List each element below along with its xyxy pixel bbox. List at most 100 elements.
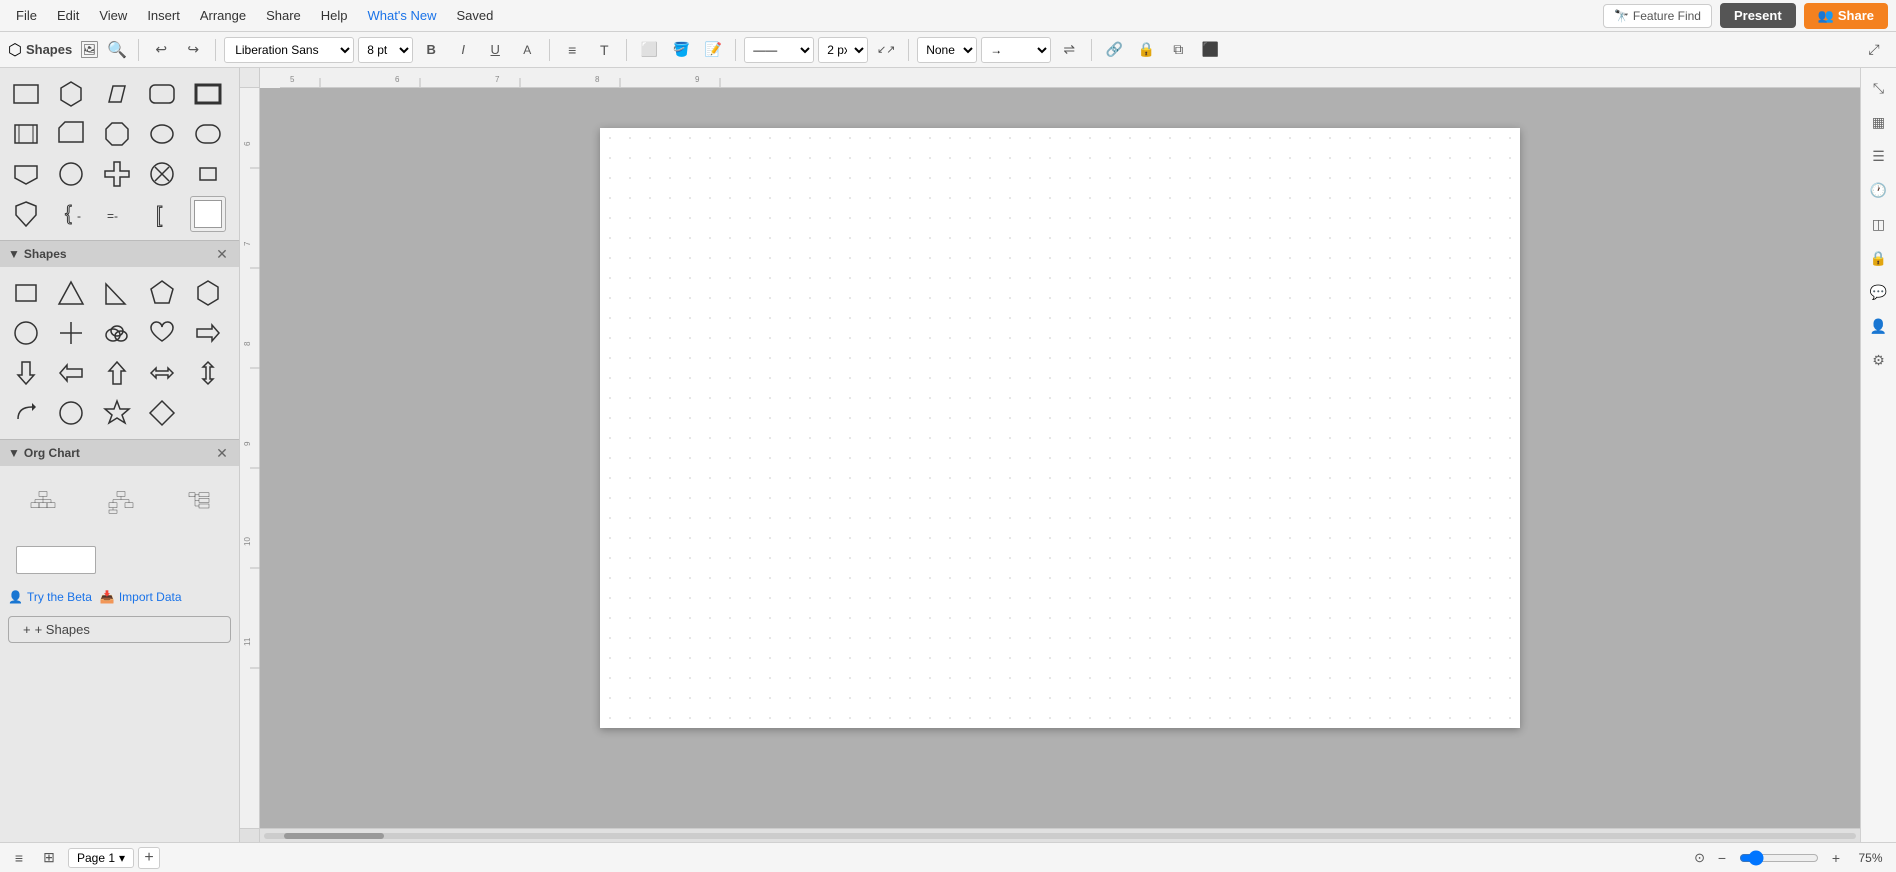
shape-thick-border[interactable] [190,76,226,112]
shapes-section-header[interactable]: ▼ Shapes ✕ [0,240,239,267]
settings-right-icon[interactable]: ⚙ [1863,344,1895,376]
add-page-button[interactable]: + [138,847,160,869]
font-selector[interactable]: Liberation Sans [224,37,354,63]
add-shapes-button[interactable]: + + Shapes [8,616,231,643]
rectangle-outline-button[interactable]: ⬜ [635,36,663,64]
shape-film[interactable] [8,116,44,152]
redo-button[interactable]: ↪ [179,36,207,64]
org-chart-3[interactable] [164,474,234,530]
zoom-slider[interactable] [1739,850,1819,866]
shape-s-double-arrow-v[interactable] [190,355,226,391]
waypoint-style-button[interactable]: ⇌ [1055,36,1083,64]
line-style-selector[interactable]: —— [744,37,814,63]
org-chart-section-close[interactable]: ✕ [213,444,231,462]
shape-s-double-arrow-h[interactable] [144,355,180,391]
font-size-selector[interactable]: 8 pt [358,37,413,63]
arrow-selector[interactable]: → [981,37,1051,63]
shape-brace-right[interactable]: =- [99,196,135,232]
shape-s-circle[interactable] [8,315,44,351]
shape-color-swatch[interactable] [190,196,226,232]
shape-rounded-rect2[interactable] [190,116,226,152]
page-grid-button[interactable]: ⊞ [38,847,60,869]
org-chart-1[interactable] [8,474,78,530]
shape-s-diamond[interactable] [144,395,180,431]
present-button[interactable]: Present [1720,3,1796,28]
org-chart-section-header[interactable]: ▼ Org Chart ✕ [0,439,239,466]
shape-s-arrow-down[interactable] [8,355,44,391]
shape-parallelogram[interactable] [99,76,135,112]
org-chart-2[interactable] [86,474,156,530]
shape-chevron-down[interactable] [8,156,44,192]
menu-whats-new[interactable]: What's New [360,6,445,25]
try-beta-button[interactable]: 👤 Try the Beta [8,590,92,604]
shape-snip-rect[interactable] [53,116,89,152]
shape-s-arrow-left[interactable] [53,355,89,391]
page-list-button[interactable]: ≡ [8,847,30,869]
shape-x-circle[interactable] [144,156,180,192]
shape-s-arrow-up[interactable] [99,355,135,391]
shape-shield[interactable] [8,196,44,232]
shape-s-arrow-right[interactable] [190,315,226,351]
table-right-icon[interactable]: ▦ [1863,106,1895,138]
import-data-button[interactable]: 📥 Import Data [100,590,182,604]
shape-octagon[interactable] [99,116,135,152]
user-right-icon[interactable]: 👤 [1863,310,1895,342]
shape-s-hexagon[interactable] [190,275,226,311]
shape-s-star[interactable] [99,395,135,431]
page-1-tab[interactable]: Page 1 ▾ [68,848,134,868]
menu-file[interactable]: File [8,6,45,25]
underline-button[interactable]: U [481,36,509,64]
shape-s-heart[interactable] [144,315,180,351]
zoom-out-button[interactable]: − [1711,847,1733,869]
duplicate-button[interactable]: ⧉ [1164,36,1192,64]
connection-selector[interactable]: None [917,37,977,63]
zoom-in-button[interactable]: + [1825,847,1847,869]
zoom-reset-icon[interactable]: ⊙ [1694,850,1705,866]
feature-find-button[interactable]: 🔭 Feature Find [1603,4,1712,28]
link-button[interactable]: 🔗 [1100,36,1128,64]
menu-insert[interactable]: Insert [139,6,188,25]
shape-s-circle2[interactable] [53,395,89,431]
bold-button[interactable]: B [417,36,445,64]
image-icon[interactable]: 🖼 [76,37,102,63]
font-color-button[interactable]: A [513,36,541,64]
expand-button[interactable]: ⤢ [1860,36,1888,64]
shape-s-curved-arrow[interactable] [8,395,44,431]
text-format-button[interactable]: T [590,36,618,64]
shape-s-right-triangle[interactable] [99,275,135,311]
shape-s-rect[interactable] [8,275,44,311]
zoom-percentage[interactable]: 75% [1853,851,1888,865]
px-selector[interactable]: 2 px [818,37,868,63]
comment-right-icon[interactable]: 💬 [1863,276,1895,308]
horizontal-scrollbar[interactable] [260,828,1860,842]
line-color-button[interactable]: 📝 [699,36,727,64]
layers-right-icon[interactable]: ◫ [1863,208,1895,240]
expand-right-icon[interactable]: ⤡ [1863,72,1895,104]
org-rect[interactable] [16,546,96,574]
shape-rounded-rect[interactable] [144,76,180,112]
search-icon[interactable]: 🔍 [104,37,130,63]
fill-color-button[interactable]: 🪣 [667,36,695,64]
share-button[interactable]: 👥 Share [1804,3,1888,29]
menu-view[interactable]: View [91,6,135,25]
shape-s-pentagon[interactable] [144,275,180,311]
italic-button[interactable]: I [449,36,477,64]
shape-s-cross[interactable] [53,315,89,351]
shape-bracket[interactable]: [ [144,196,180,232]
delete-button[interactable]: ⬛ [1196,36,1224,64]
waypoint-button[interactable]: ↙↗ [872,36,900,64]
scrollbar-thumb[interactable] [284,833,384,839]
menu-share[interactable]: Share [258,6,309,25]
page-tab-dropdown[interactable]: ▾ [119,851,125,865]
shape-brace-left[interactable]: {- [53,196,89,232]
shape-plus[interactable] [99,156,135,192]
shape-rect[interactable] [8,76,44,112]
lock-button[interactable]: 🔒 [1132,36,1160,64]
format-right-icon[interactable]: ☰ [1863,140,1895,172]
shapes-section-close[interactable]: ✕ [213,245,231,263]
align-left-button[interactable]: ≡ [558,36,586,64]
shape-s-triangle[interactable] [53,275,89,311]
canvas-scroll[interactable] [260,88,1860,828]
menu-saved[interactable]: Saved [448,6,501,25]
lock-right-icon[interactable]: 🔒 [1863,242,1895,274]
